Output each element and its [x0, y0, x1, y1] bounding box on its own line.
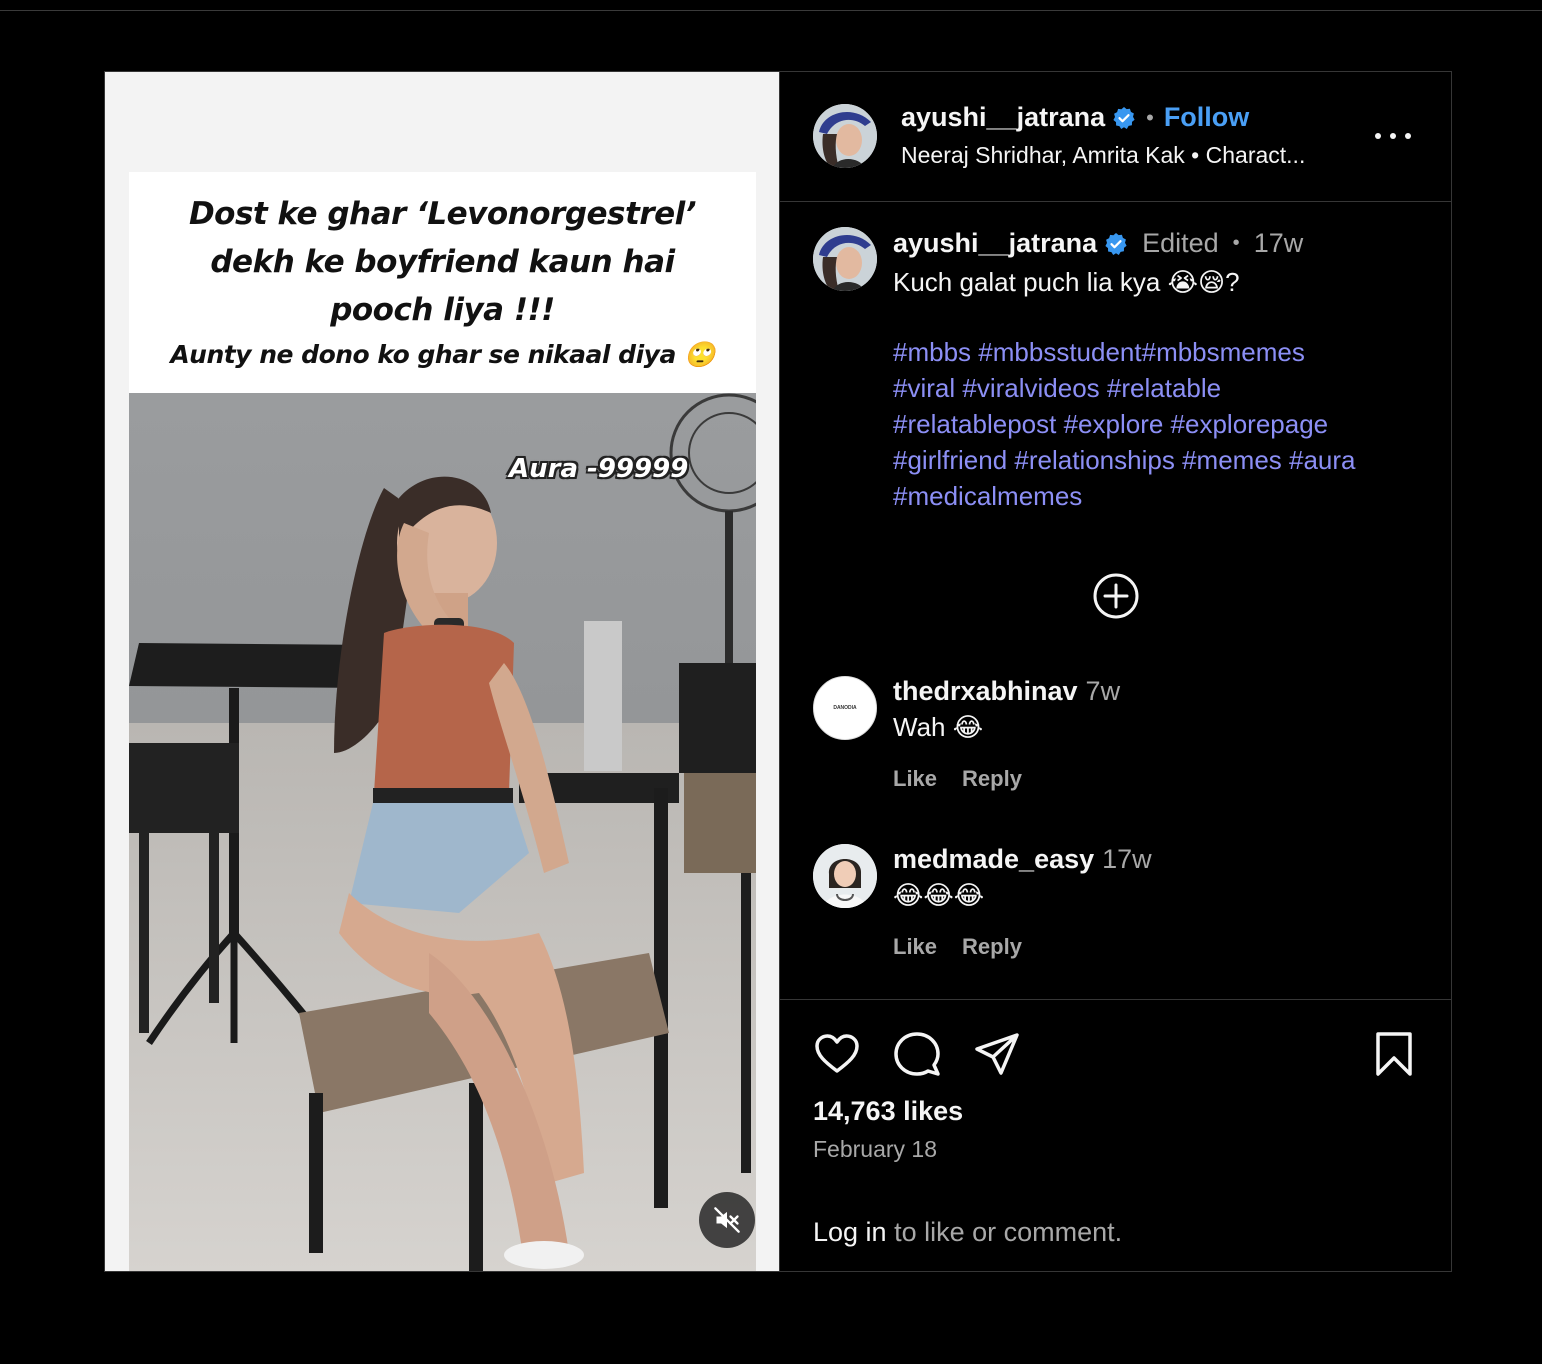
comment-icon[interactable]	[893, 1030, 941, 1078]
caption-hashtags: #mbbs #mbbsstudent#mbbsmemes #viral #vir…	[893, 334, 1433, 514]
post-side-panel: ayushi__jatrana • Follow Neeraj Shridhar…	[780, 72, 1451, 1271]
comment-reply-button[interactable]: Reply	[962, 934, 1022, 960]
hashtag-link[interactable]: #explore	[1064, 409, 1164, 439]
hashtag-link[interactable]: #relatable	[1107, 373, 1221, 403]
comment-text: Wah 😂	[893, 712, 984, 742]
hashtag-link[interactable]: #relationships	[1014, 445, 1174, 475]
caption-text: Kuch galat puch lia kya 😭😪?	[893, 267, 1240, 297]
comment-username[interactable]: thedrxabhinav	[893, 676, 1078, 707]
post-actions: 14,763 likes February 18 Log in to like …	[780, 1000, 1451, 1272]
video-text-caption: Dost ke ghar ‘Levonorgestrel’ dekh ke bo…	[129, 172, 756, 393]
more-options-button[interactable]	[1375, 124, 1411, 148]
likes-count[interactable]: 14,763 likes	[813, 1096, 963, 1127]
login-suffix-text: to like or comment.	[886, 1217, 1123, 1247]
reel-video[interactable]: Dost ke ghar ‘Levonorgestrel’ dekh ke bo…	[129, 172, 756, 1271]
bookmark-icon[interactable]	[1370, 1030, 1418, 1078]
edited-label: Edited	[1142, 228, 1219, 258]
comments-section: ayushi__jatrana Edited • 17w Kuch galat …	[780, 202, 1451, 1000]
caption-separator: •	[1232, 232, 1240, 254]
audio-attribution-link[interactable]: Neeraj Shridhar, Amrita Kak • Charact...	[901, 142, 1305, 169]
video-caption-line-2: dekh ke boyfriend kaun hai	[210, 243, 675, 280]
comment-like-button[interactable]: Like	[893, 766, 937, 792]
author-username[interactable]: ayushi__jatrana	[901, 102, 1105, 133]
caption-header: ayushi__jatrana Edited • 17w	[893, 228, 1303, 259]
hashtag-link[interactable]: #memes	[1182, 445, 1282, 475]
hashtag-link[interactable]: #viralvideos	[962, 373, 1099, 403]
comment-item: DANODIA thedrxabhinav 7w Wah 😂 Like Repl…	[780, 676, 1451, 816]
window-top-border	[0, 10, 1542, 11]
commenter-avatar[interactable]	[813, 844, 877, 908]
hashtag-link[interactable]: #girlfriend	[893, 445, 1007, 475]
post-date[interactable]: February 18	[813, 1136, 937, 1163]
comment-like-button[interactable]: Like	[893, 934, 937, 960]
video-caption-line-3: pooch liya !!!	[330, 291, 555, 328]
share-icon[interactable]	[973, 1030, 1021, 1078]
post-media[interactable]: Dost ke ghar ‘Levonorgestrel’ dekh ke bo…	[105, 72, 780, 1271]
comment-actions: Like Reply	[893, 766, 1022, 792]
login-prompt: Log in to like or comment.	[813, 1217, 1122, 1248]
comment-text: 😂😂😂	[893, 880, 985, 910]
header-separator: •	[1146, 104, 1154, 130]
comment-item: medmade_easy 17w 😂😂😂 Like Reply	[780, 844, 1451, 984]
hashtag-link[interactable]: #mbbsstudent#mbbsmemes	[978, 337, 1305, 367]
heart-icon[interactable]	[813, 1030, 861, 1078]
hashtag-link[interactable]: #medicalmemes	[893, 481, 1082, 511]
caption-time[interactable]: 17w	[1254, 228, 1304, 259]
verified-badge-icon	[1112, 106, 1136, 130]
comment-header: medmade_easy 17w	[893, 844, 1152, 875]
hashtag-link[interactable]: #mbbs	[893, 337, 971, 367]
comment-username[interactable]: medmade_easy	[893, 844, 1094, 875]
comment-actions: Like Reply	[893, 934, 1022, 960]
login-link[interactable]: Log in	[813, 1217, 887, 1247]
video-frame-scene	[129, 393, 756, 1271]
load-more-comments-plus-icon[interactable]	[1092, 572, 1140, 620]
author-avatar[interactable]	[813, 104, 877, 168]
author-name-row: ayushi__jatrana • Follow	[901, 102, 1249, 133]
post-modal: Dost ke ghar ‘Levonorgestrel’ dekh ke bo…	[104, 71, 1452, 1272]
avatar-logo-text: DANODIA	[833, 705, 857, 711]
verified-badge-icon	[1104, 232, 1128, 256]
hashtag-link[interactable]: #aura	[1289, 445, 1356, 475]
hashtag-link[interactable]: #relatablepost	[893, 409, 1056, 439]
comment-reply-button[interactable]: Reply	[962, 766, 1022, 792]
comment-header: thedrxabhinav 7w	[893, 676, 1120, 707]
post-header: ayushi__jatrana • Follow Neeraj Shridhar…	[780, 72, 1451, 202]
hashtag-link[interactable]: #explorepage	[1171, 409, 1329, 439]
more-horizontal-icon	[1375, 133, 1381, 139]
aura-overlay-text: Aura -99999	[509, 454, 689, 484]
speaker-muted-icon	[714, 1207, 740, 1233]
video-caption-line-4: Aunty ne dono ko ghar se nikaal diya 🙄	[170, 339, 715, 369]
video-caption-line-1: Dost ke ghar ‘Levonorgestrel’	[188, 195, 697, 232]
comment-time[interactable]: 7w	[1086, 676, 1121, 707]
caption-username[interactable]: ayushi__jatrana	[893, 228, 1097, 259]
mute-toggle-button[interactable]	[699, 1192, 755, 1248]
follow-button[interactable]: Follow	[1164, 102, 1249, 133]
commenter-avatar[interactable]: DANODIA	[813, 676, 877, 740]
caption-author-avatar[interactable]	[813, 227, 877, 291]
hashtag-link[interactable]: #viral	[893, 373, 955, 403]
comment-time[interactable]: 17w	[1102, 844, 1152, 875]
